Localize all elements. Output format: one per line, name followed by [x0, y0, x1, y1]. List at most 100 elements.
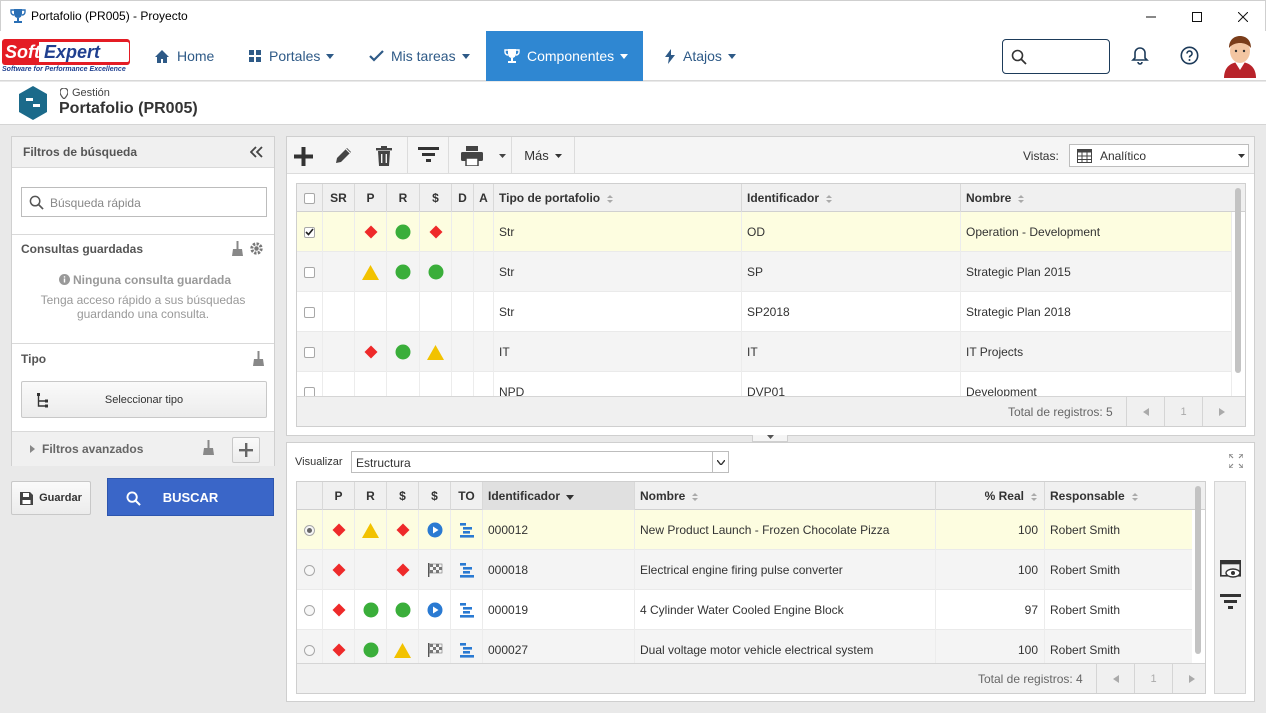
broom-icon[interactable] [203, 440, 214, 455]
col-cost[interactable]: $ [420, 184, 452, 212]
trash-icon[interactable] [375, 146, 393, 166]
p-status-cell [323, 590, 355, 630]
vertical-scrollbar[interactable] [1235, 188, 1241, 373]
col-nombre[interactable]: Nombre [961, 184, 1233, 212]
col-d[interactable]: D [452, 184, 474, 212]
identificador-cell: 000018 [483, 550, 635, 590]
user-avatar[interactable] [1221, 32, 1259, 78]
quick-search-input[interactable]: Búsqueda rápida [21, 187, 267, 217]
splitter-handle[interactable] [752, 435, 788, 442]
select-type-button[interactable]: Seleccionar tipo [21, 381, 267, 418]
minimize-button[interactable] [1128, 1, 1174, 32]
col-tipo[interactable]: Tipo de portafolio [494, 184, 742, 212]
col-to[interactable]: TO [451, 482, 483, 510]
visualizar-label: Visualizar [295, 456, 343, 468]
vertical-scrollbar[interactable] [1195, 486, 1201, 654]
row-checkbox[interactable] [297, 332, 323, 372]
col-real[interactable]: % Real [936, 482, 1045, 510]
col-r[interactable]: R [387, 184, 420, 212]
col-p[interactable]: P [323, 482, 355, 510]
chevron-down-icon [326, 53, 335, 59]
real-cell: 100 [936, 510, 1045, 550]
gear-icon[interactable] [249, 241, 264, 256]
help-icon[interactable] [1180, 46, 1199, 65]
chevron-down-icon[interactable] [499, 154, 506, 158]
col-responsable[interactable]: Responsable [1045, 482, 1202, 510]
responsable-cell: Robert Smith [1050, 563, 1121, 577]
print-icon[interactable] [461, 146, 483, 166]
breadcrumb[interactable]: Gestión [72, 87, 110, 99]
more-menu-button[interactable]: Más [512, 137, 574, 174]
nav-home[interactable]: Home [140, 31, 228, 81]
table-row[interactable]: Str SP Strategic Plan 2015 [297, 252, 1232, 292]
select-all-checkbox[interactable] [297, 184, 323, 212]
advanced-filters[interactable]: Filtros avanzados [42, 442, 143, 456]
structure-panel: Visualizar Estructura P R $ $ TO Identif… [286, 442, 1255, 702]
sort-icon [1030, 492, 1038, 501]
nav-atajos[interactable]: Atajos [650, 31, 750, 81]
d-cell [452, 212, 474, 252]
a-cell [474, 332, 494, 372]
table-row[interactable]: IT IT IT Projects [297, 332, 1232, 372]
nav-portales[interactable]: Portales [234, 31, 348, 81]
collapse-panel-icon[interactable] [250, 146, 263, 158]
tipo-cell: Str [494, 292, 742, 332]
col-identificador[interactable]: Identificador [483, 482, 635, 510]
check-icon [369, 50, 384, 62]
row-checkbox[interactable] [297, 292, 323, 332]
table-row[interactable]: 000012 New Product Launch - Frozen Chocol… [297, 510, 1192, 550]
row-radio[interactable] [297, 550, 323, 590]
bolt-icon [664, 48, 676, 64]
close-button[interactable] [1220, 1, 1266, 32]
row-radio[interactable] [297, 590, 323, 630]
chevron-down-icon [712, 452, 728, 472]
expand-icon[interactable] [1229, 454, 1243, 468]
bell-icon[interactable] [1131, 46, 1149, 65]
edit-icon[interactable] [334, 146, 353, 165]
chevron-right-icon[interactable] [30, 445, 35, 453]
chevron-down-icon [554, 153, 562, 158]
search-button[interactable]: BUSCAR [107, 478, 274, 516]
table-row[interactable]: Str SP2018 Strategic Plan 2018 [297, 292, 1232, 332]
hierarchy-icon[interactable] [1220, 594, 1241, 612]
schedule-status-cell [419, 590, 451, 630]
portfolio-hexagon-icon [17, 85, 49, 121]
next-page-button[interactable] [1202, 397, 1240, 426]
row-radio[interactable] [297, 510, 323, 550]
hierarchy-icon[interactable] [418, 147, 439, 165]
nav-componentes[interactable]: Componentes [486, 31, 643, 81]
table-row[interactable]: 000018 Electrical engine firing pulse con… [297, 550, 1192, 590]
col-identificador[interactable]: Identificador [742, 184, 961, 212]
r-status-cell [387, 332, 420, 372]
cost-status-cell [387, 550, 419, 590]
prev-page-button[interactable] [1096, 664, 1134, 693]
col-r[interactable]: R [355, 482, 387, 510]
save-button[interactable]: Guardar [11, 481, 91, 515]
maximize-button[interactable] [1174, 1, 1220, 32]
col-nombre[interactable]: Nombre [635, 482, 936, 510]
col-p[interactable]: P [355, 184, 387, 212]
sort-icon [691, 492, 699, 501]
table-row[interactable]: Str OD Operation - Development [297, 212, 1232, 252]
add-icon[interactable] [294, 147, 313, 166]
views-select[interactable]: Analítico [1069, 144, 1249, 167]
add-filter-button[interactable] [232, 437, 260, 463]
row-checkbox[interactable] [297, 212, 323, 252]
global-search-input[interactable] [1002, 39, 1110, 74]
col-schedule[interactable]: $ [419, 482, 451, 510]
view-window-icon[interactable] [1220, 560, 1241, 579]
prev-page-button[interactable] [1126, 397, 1164, 426]
broom-icon[interactable] [253, 351, 264, 366]
broom-icon[interactable] [232, 241, 243, 256]
p-status-cell [355, 292, 387, 332]
col-cost[interactable]: $ [387, 482, 419, 510]
row-checkbox[interactable] [297, 252, 323, 292]
table-row[interactable]: 000019 4 Cylinder Water Cooled Engine Blo… [297, 590, 1192, 630]
nav-mis-tareas[interactable]: Mis tareas [355, 31, 484, 81]
next-page-button[interactable] [1172, 664, 1205, 693]
saved-queries-title: Consultas guardadas [21, 242, 144, 256]
visualizar-select[interactable]: Estructura [351, 451, 729, 473]
col-a[interactable]: A [474, 184, 494, 212]
softexpert-logo[interactable]: Soft Expert Software for Performance Exc… [2, 39, 132, 75]
col-sr[interactable]: SR [323, 184, 355, 212]
